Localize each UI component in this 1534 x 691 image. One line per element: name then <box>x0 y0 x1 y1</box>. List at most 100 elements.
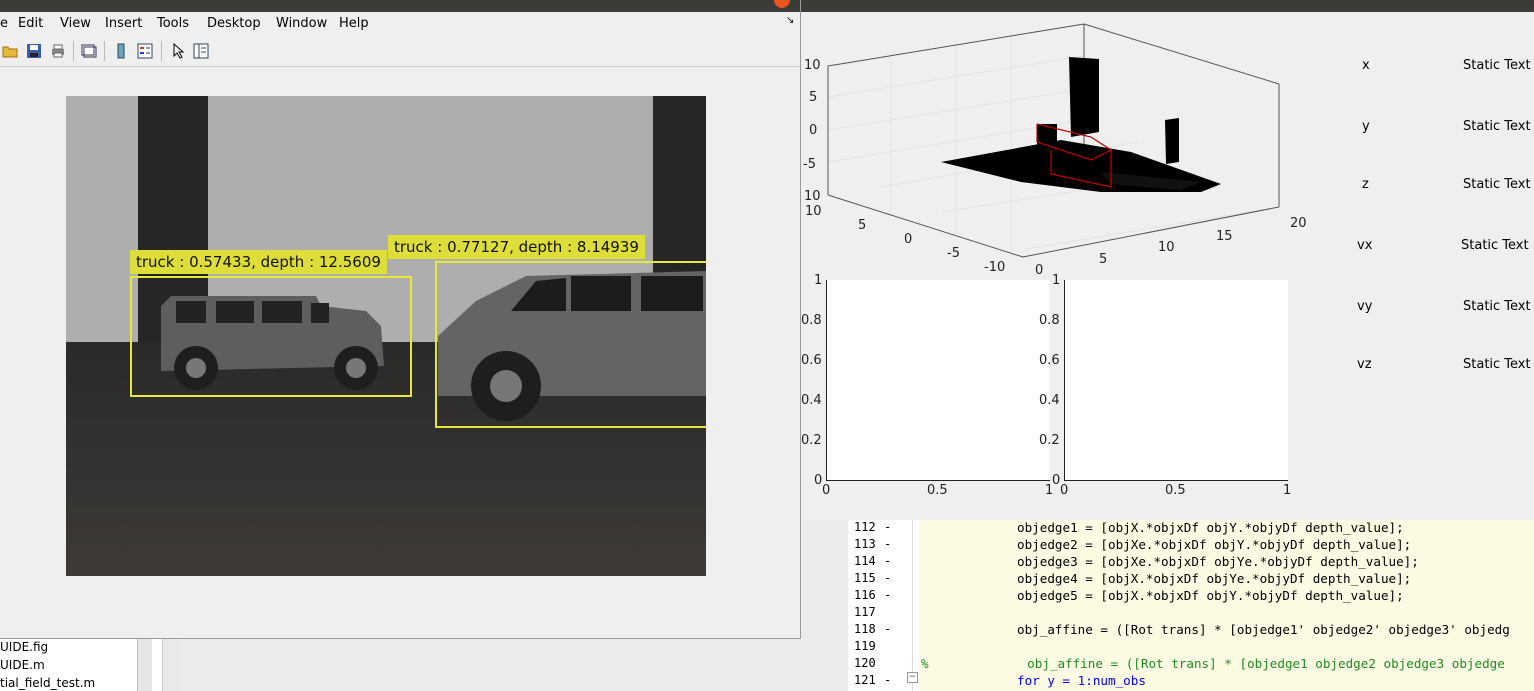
current-folder-file-list: UIDE.fig UIDE.m tial_field_test.m <box>0 636 180 691</box>
line-number: 120 <box>854 656 876 670</box>
close-icon[interactable] <box>774 0 790 8</box>
code-line[interactable]: objedge3 = [objXe.*objxDf objYe.*objyDf … <box>1017 554 1419 569</box>
panel-divider <box>162 636 181 691</box>
code-line[interactable]: objedge4 = [objX.*objxDf objYe.*objyDf d… <box>1017 571 1411 586</box>
menu-view[interactable]: View <box>60 16 91 31</box>
code-line[interactable]: objedge5 = [objX.*objxDf objY.*objyDf de… <box>1017 588 1404 603</box>
detection-box <box>435 261 706 428</box>
breakpoint-marker[interactable]: - <box>884 588 891 602</box>
y-tick-label: 0.4 <box>1039 393 1060 408</box>
menu-insert[interactable]: Insert <box>105 16 142 31</box>
breakpoint-marker[interactable]: - <box>884 571 891 585</box>
link-plot-icon[interactable] <box>81 43 97 59</box>
x-tick-label: 15 <box>1216 229 1233 244</box>
window-titlebar[interactable] <box>0 0 800 12</box>
line-number: 114 <box>854 554 876 568</box>
menu-file[interactable]: e <box>0 16 8 31</box>
colorbar-icon[interactable] <box>113 43 129 59</box>
y-tick-label: 0 <box>904 232 913 247</box>
x-tick-label: 5 <box>1099 252 1108 267</box>
legend-icon[interactable] <box>137 43 153 59</box>
readout-label-vx: vx <box>1357 238 1373 253</box>
camera-image: truck : 0.57433, depth : 12.5609 truck :… <box>66 96 706 576</box>
x-tick-label: 0.5 <box>927 483 948 498</box>
y-tick-label: 0.8 <box>1039 313 1060 328</box>
detection-figure-window: e Edit View Insert Tools Desktop Window … <box>0 0 801 639</box>
x-tick-label: 10 <box>1158 240 1175 255</box>
z-tick-label: 10 <box>804 58 821 73</box>
open-folder-icon[interactable] <box>2 43 18 59</box>
z-tick-label: 5 <box>809 90 818 105</box>
y-tick-label: 1 <box>814 273 823 288</box>
gutter-divider <box>912 520 913 691</box>
x-tick-label: 0 <box>1035 263 1044 278</box>
fold-toggle-icon[interactable]: − <box>907 672 918 683</box>
toolbar-separator <box>161 41 162 61</box>
code-line[interactable]: for y = 1:num_obs <box>1017 673 1146 688</box>
save-icon[interactable] <box>26 43 42 59</box>
x-tick-label: 1 <box>1283 483 1292 498</box>
readout-value-x: Static Text <box>1463 58 1531 73</box>
file-item[interactable]: tial_field_test.m <box>0 676 95 690</box>
y-tick-label: 0.2 <box>801 433 822 448</box>
left-2d-axes[interactable] <box>826 280 1050 481</box>
x-tick-label: 20 <box>1290 216 1307 231</box>
print-icon[interactable] <box>50 43 66 59</box>
z-tick-label: 0 <box>809 123 818 138</box>
detection-label: truck : 0.77127, depth : 8.14939 <box>388 235 645 259</box>
code-line[interactable]: % obj_affine = ([Rot trans] * [objedge1 … <box>921 656 1505 671</box>
point-cloud-3d-axes[interactable] <box>801 12 1321 282</box>
menu-desktop[interactable]: Desktop <box>207 16 261 31</box>
readout-value-vx: Static Text <box>1461 238 1529 253</box>
menu-edit[interactable]: Edit <box>18 16 43 31</box>
line-number: 121 <box>854 673 876 687</box>
line-number: 117 <box>854 605 876 619</box>
y-tick-label: 0.2 <box>1039 433 1060 448</box>
readout-value-y: Static Text <box>1463 119 1531 134</box>
x-tick-label: 0 <box>822 483 831 498</box>
breakpoint-marker[interactable]: - <box>884 520 891 534</box>
readout-value-vz: Static Text <box>1463 357 1531 372</box>
file-item[interactable]: UIDE.m <box>0 658 45 672</box>
y-tick-label: 0.6 <box>801 353 822 368</box>
breakpoint-marker[interactable]: - <box>884 673 891 687</box>
property-editor-icon[interactable] <box>193 43 209 59</box>
y-tick-label: 1 <box>1052 273 1061 288</box>
z-tick-label: -5 <box>803 157 816 172</box>
line-number: 115 <box>854 571 876 585</box>
readout-label-y: y <box>1362 119 1370 134</box>
detection-label: truck : 0.57433, depth : 12.5609 <box>130 250 387 274</box>
breakpoint-marker[interactable]: - <box>884 622 891 636</box>
readout-value-z: Static Text <box>1463 177 1531 192</box>
figure-toolbar <box>0 37 800 67</box>
line-number: 119 <box>854 639 876 653</box>
menu-window[interactable]: Window <box>276 16 327 31</box>
right-2d-axes[interactable] <box>1064 280 1288 481</box>
readout-label-z: z <box>1362 177 1369 192</box>
menu-tools[interactable]: Tools <box>157 16 189 31</box>
y-tick-label: 10 <box>805 204 822 219</box>
y-tick-label: 0.6 <box>1039 353 1060 368</box>
breakpoint-marker[interactable]: - <box>884 537 891 551</box>
x-tick-label: 0.5 <box>1165 483 1186 498</box>
pointer-icon[interactable] <box>171 43 187 59</box>
code-editor[interactable]: 112- objedge1 = [objX.*objxDf objY.*objyD… <box>848 520 1534 691</box>
y-tick-label: -5 <box>947 246 960 261</box>
code-line[interactable]: objedge2 = [objXe.*objxDf objY.*objyDf d… <box>1017 537 1411 552</box>
y-tick-label: 0.8 <box>801 313 822 328</box>
file-list-scrollbar[interactable] <box>137 636 152 691</box>
breakpoint-marker[interactable]: - <box>884 554 891 568</box>
file-item[interactable]: UIDE.fig <box>0 640 48 654</box>
line-number: 112 <box>854 520 876 534</box>
line-number: 118 <box>854 622 876 636</box>
y-tick-label: 5 <box>858 218 867 233</box>
code-line[interactable]: obj_affine = ([Rot trans] * [objedge1' o… <box>1017 622 1510 637</box>
window-titlebar[interactable] <box>801 0 1534 12</box>
point-cloud-data <box>941 57 1221 192</box>
menu-help[interactable]: Help <box>339 16 369 31</box>
plot-figure-window: 10 5 0 -5 10 10 5 0 -5 -10 0 5 10 15 20 … <box>801 0 1534 520</box>
code-line[interactable]: objedge1 = [objX.*objxDf objY.*objyDf de… <box>1017 520 1404 535</box>
dock-icon[interactable]: ↘ <box>786 15 794 26</box>
readout-value-vy: Static Text <box>1463 299 1531 314</box>
line-number: 116 <box>854 588 876 602</box>
